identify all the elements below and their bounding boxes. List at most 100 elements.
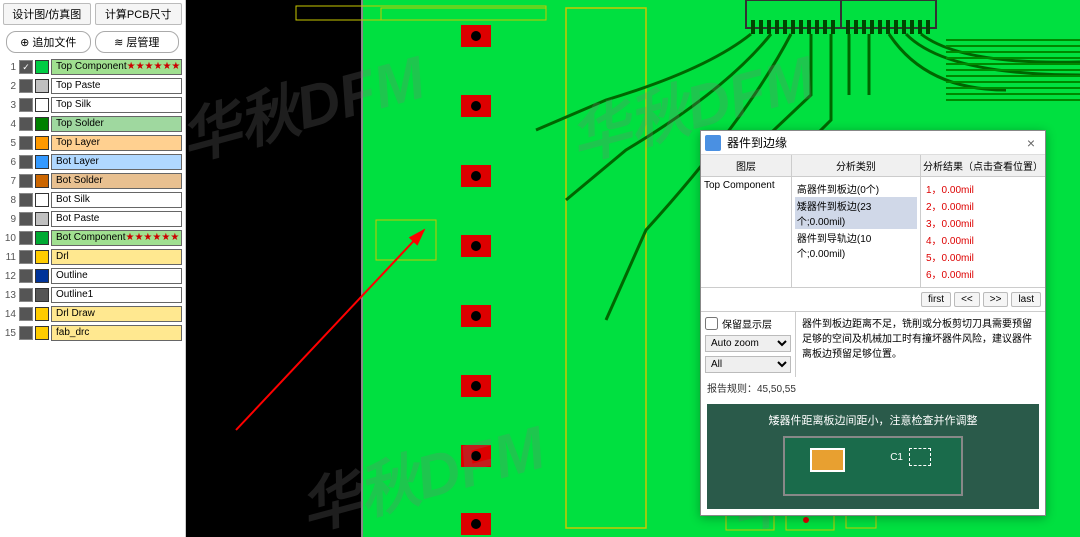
layer-name-label[interactable]: Top Solder	[51, 116, 182, 132]
layer-row[interactable]: 8 Bot Silk	[3, 191, 182, 209]
layer-visibility-checkbox[interactable]	[19, 174, 33, 188]
layer-row[interactable]: 4 Top Solder	[3, 115, 182, 133]
layer-index: 14	[3, 309, 19, 320]
layer-row[interactable]: 12 Outline	[3, 267, 182, 285]
layer-color-swatch[interactable]	[35, 136, 49, 150]
layer-row[interactable]: 6Bot Layer	[3, 153, 182, 171]
result-item[interactable]: 6，0.00mil	[924, 265, 1042, 282]
layer-visibility-checkbox[interactable]	[19, 98, 33, 112]
layer-row[interactable]: 9 Bot Paste	[3, 210, 182, 228]
layer-row[interactable]: 5 Top Layer	[3, 134, 182, 152]
calc-pcb-button[interactable]: 计算PCB尺寸	[95, 3, 183, 25]
rule-text: 报告规则：45,50,55	[701, 377, 1045, 398]
layer-name-label[interactable]: Top Silk	[51, 97, 182, 113]
add-file-button[interactable]: ⊕追加文件	[6, 31, 91, 53]
layer-visibility-checkbox[interactable]	[19, 60, 33, 74]
layer-visibility-checkbox[interactable]	[19, 79, 33, 93]
layer-row[interactable]: 15fab_drc	[3, 324, 182, 342]
layer-index: 5	[3, 138, 19, 149]
layer-row[interactable]: 14 Drl Draw	[3, 305, 182, 323]
layer-name-label[interactable]: Outline	[51, 268, 182, 284]
layer-visibility-checkbox[interactable]	[19, 307, 33, 321]
layer-color-swatch[interactable]	[35, 60, 49, 74]
layer-name-label[interactable]: Drl	[51, 249, 182, 265]
layer-index: 10	[3, 233, 19, 244]
pager-next-button[interactable]: >>	[983, 292, 1009, 307]
layer-color-swatch[interactable]	[35, 288, 49, 302]
keep-display-input[interactable]	[705, 317, 718, 330]
layer-visibility-checkbox[interactable]	[19, 250, 33, 264]
layer-visibility-checkbox[interactable]	[19, 212, 33, 226]
layer-visibility-checkbox[interactable]	[19, 136, 33, 150]
zoom-select[interactable]: Auto zoom	[705, 335, 791, 352]
close-icon[interactable]: ×	[1021, 135, 1041, 151]
layer-name-label[interactable]: Top Component★★★★★★	[51, 59, 182, 75]
pager-prev-button[interactable]: <<	[954, 292, 980, 307]
layer-name-label[interactable]: Bot Paste	[51, 211, 182, 227]
layer-row[interactable]: 3 Top Silk	[3, 96, 182, 114]
layer-visibility-checkbox[interactable]	[19, 155, 33, 169]
layer-color-swatch[interactable]	[35, 250, 49, 264]
layer-color-swatch[interactable]	[35, 231, 49, 245]
layer-row[interactable]: 13Outline1	[3, 286, 182, 304]
layer-visibility-checkbox[interactable]	[19, 288, 33, 302]
layer-visibility-checkbox[interactable]	[19, 231, 33, 245]
category-item[interactable]: 矮器件到板边(23个;0.00mil)	[795, 197, 917, 229]
category-item[interactable]: 器件到导轨边(10个;0.00mil)	[795, 229, 917, 261]
layer-color-swatch[interactable]	[35, 155, 49, 169]
layer-color-swatch[interactable]	[35, 193, 49, 207]
layer-color-swatch[interactable]	[35, 269, 49, 283]
layer-index: 12	[3, 271, 19, 282]
layer-visibility-checkbox[interactable]	[19, 269, 33, 283]
layer-color-swatch[interactable]	[35, 307, 49, 321]
pager-first-button[interactable]: first	[921, 292, 951, 307]
layer-row[interactable]: 11 Drl	[3, 248, 182, 266]
layer-color-swatch[interactable]	[35, 79, 49, 93]
left-sidebar: 设计图/仿真图 计算PCB尺寸 ⊕追加文件 ≋层管理 1 Top Componen…	[0, 0, 186, 537]
layer-cell[interactable]: Top Component	[701, 177, 791, 287]
plus-icon: ⊕	[20, 37, 29, 49]
design-view-button[interactable]: 设计图/仿真图	[3, 3, 91, 25]
layer-visibility-checkbox[interactable]	[19, 326, 33, 340]
dialog-titlebar[interactable]: 器件到边缘 ×	[701, 131, 1045, 155]
layer-name-label[interactable]: Bot Layer	[51, 154, 182, 170]
layer-name-label[interactable]: fab_drc	[51, 325, 182, 341]
layer-name-label[interactable]: Top Paste	[51, 78, 182, 94]
layer-row[interactable]: 7Bot Solder	[3, 172, 182, 190]
layer-color-swatch[interactable]	[35, 212, 49, 226]
layer-color-swatch[interactable]	[35, 326, 49, 340]
description-text: 器件到板边距离不足，铣削或分板剪切刀具需要预留足够的空间及机械加工时有撞坏器件风…	[796, 312, 1045, 377]
filter-select[interactable]: All	[705, 356, 791, 373]
layer-color-swatch[interactable]	[35, 117, 49, 131]
layer-name-label[interactable]: Bot Component★★★★★★	[51, 230, 182, 246]
layer-row[interactable]: 2Top Paste	[3, 77, 182, 95]
analysis-dialog: 器件到边缘 × 图层 Top Component 分析类别 高器件到板边(0个)…	[700, 130, 1046, 516]
layer-index: 9	[3, 214, 19, 225]
layer-index: 8	[3, 195, 19, 206]
layer-index: 3	[3, 100, 19, 111]
result-item[interactable]: 5，0.00mil	[924, 248, 1042, 265]
result-item[interactable]: 3，0.00mil	[924, 214, 1042, 231]
layer-row[interactable]: 10 Bot Component★★★★★★	[3, 229, 182, 247]
layer-index: 1	[3, 62, 19, 73]
layer-index: 11	[3, 252, 19, 263]
preview-panel: 矮器件距离板边间距小，注意检查并作调整 C1	[707, 404, 1039, 509]
layer-name-label[interactable]: Drl Draw	[51, 306, 182, 322]
layer-color-swatch[interactable]	[35, 98, 49, 112]
result-item[interactable]: 2，0.00mil	[924, 197, 1042, 214]
layer-color-swatch[interactable]	[35, 174, 49, 188]
pager-last-button[interactable]: last	[1011, 292, 1041, 307]
layer-name-label[interactable]: Bot Silk	[51, 192, 182, 208]
result-item[interactable]: 4，0.00mil	[924, 231, 1042, 248]
layer-name-label[interactable]: Outline1	[51, 287, 182, 303]
layer-name-label[interactable]: Top Layer	[51, 135, 182, 151]
layer-visibility-checkbox[interactable]	[19, 117, 33, 131]
layer-name-label[interactable]: Bot Solder	[51, 173, 182, 189]
category-item[interactable]: 高器件到板边(0个)	[795, 180, 917, 197]
keep-display-checkbox[interactable]: 保留显示层	[705, 316, 791, 331]
layer-index: 4	[3, 119, 19, 130]
layer-visibility-checkbox[interactable]	[19, 193, 33, 207]
layer-row[interactable]: 1 Top Component★★★★★★	[3, 58, 182, 76]
result-item[interactable]: 1，0.00mil	[924, 180, 1042, 197]
layer-manager-button[interactable]: ≋层管理	[95, 31, 180, 53]
